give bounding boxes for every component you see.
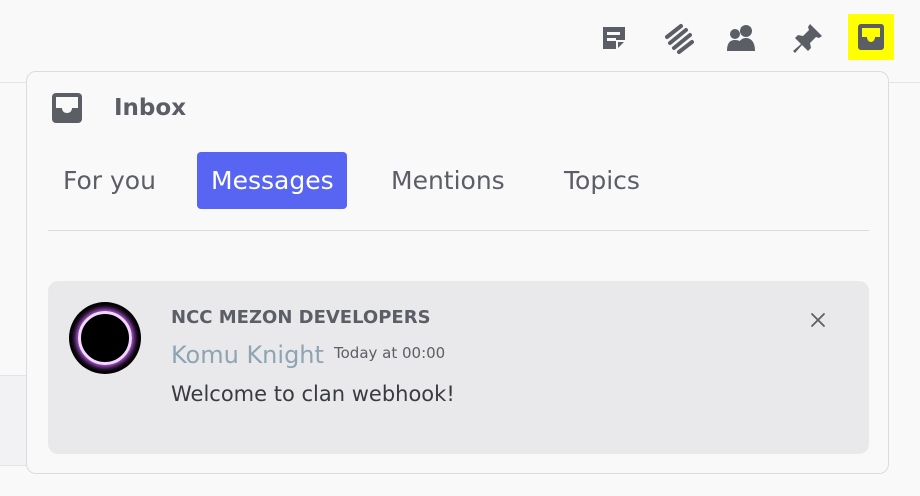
members-button[interactable] — [720, 16, 764, 60]
tab-for-you[interactable]: For you — [63, 152, 156, 209]
members-icon — [727, 25, 755, 51]
inbox-icon — [858, 24, 884, 50]
notification-card[interactable]: NCC MEZON DEVELOPERS Komu Knight Today a… — [48, 281, 869, 454]
inbox-button[interactable] — [848, 14, 894, 60]
threads-icon — [603, 27, 625, 49]
pinned-button[interactable] — [786, 16, 830, 60]
tabs-divider — [48, 230, 869, 231]
threads-button[interactable] — [592, 16, 636, 60]
tab-mentions[interactable]: Mentions — [391, 152, 505, 209]
inbox-header-icon — [51, 92, 83, 128]
pin-icon — [793, 24, 822, 53]
inbox-panel: Inbox For you Messages Mentions Topics N… — [26, 71, 889, 474]
inbox-icon — [52, 93, 82, 123]
close-icon — [811, 313, 825, 327]
tab-topics[interactable]: Topics — [564, 152, 640, 209]
avatar-ring — [78, 311, 132, 365]
tab-messages[interactable]: Messages — [197, 152, 347, 209]
message-text: Welcome to clan webhook! — [171, 382, 455, 406]
avatar — [69, 302, 141, 374]
clan-name: NCC MEZON DEVELOPERS — [171, 307, 431, 328]
canvas-icon — [665, 24, 694, 54]
canvas-button[interactable] — [656, 16, 700, 60]
close-button[interactable] — [807, 309, 829, 331]
message-timestamp: Today at 00:00 — [334, 344, 446, 362]
inbox-title: Inbox — [114, 95, 187, 121]
sender-name[interactable]: Komu Knight — [171, 341, 324, 369]
